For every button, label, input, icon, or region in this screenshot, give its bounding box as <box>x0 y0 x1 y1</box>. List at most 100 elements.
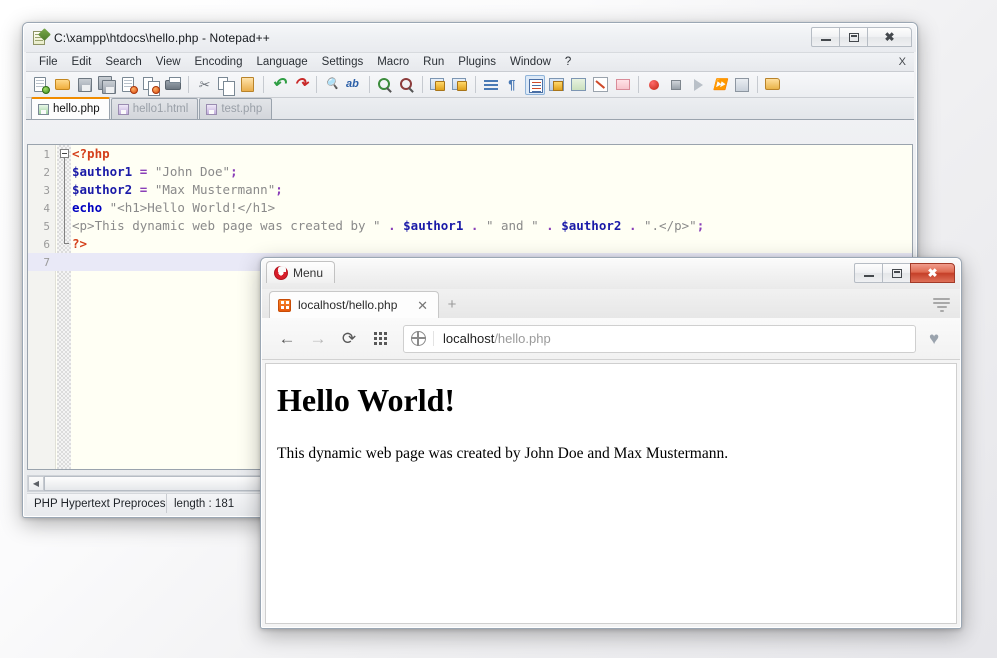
run-macro-multiple-icon[interactable]: ⏩ <box>710 75 730 95</box>
new-tab-button[interactable]: + <box>439 291 465 318</box>
menu-item-window[interactable]: Window <box>503 54 558 70</box>
open-file-icon[interactable] <box>53 75 73 95</box>
scroll-left-arrow[interactable]: ◀ <box>28 476 44 491</box>
save-icon[interactable] <box>75 75 95 95</box>
print-icon[interactable] <box>163 75 183 95</box>
npp-maximize-button[interactable] <box>839 27 868 47</box>
code-line-row[interactable]: 6 ?> <box>28 235 912 253</box>
reload-button[interactable]: ⟳ <box>335 325 363 353</box>
menu-item-file[interactable]: File <box>32 54 65 70</box>
close-all-icon[interactable] <box>141 75 161 95</box>
npp-minimize-button[interactable] <box>811 27 840 47</box>
notepad-plus-plus-icon <box>32 30 48 46</box>
url-path: /hello.php <box>494 331 550 346</box>
npp-title-bar[interactable]: C:\xampp\htdocs\hello.php - Notepad++ ✖ <box>24 24 916 52</box>
document-map-icon[interactable] <box>569 75 589 95</box>
tab-menu-icon[interactable] <box>933 298 950 313</box>
user-defined-dialog-icon[interactable] <box>547 75 567 95</box>
menu-item-run[interactable]: Run <box>416 54 451 70</box>
fold-collapse-box[interactable] <box>60 149 69 158</box>
stop-recording-icon[interactable] <box>666 75 686 95</box>
run-icon[interactable] <box>763 75 783 95</box>
page-heading: Hello World! <box>277 382 945 419</box>
close-document-button[interactable]: X <box>899 56 906 68</box>
opera-title-bar[interactable]: Menu ✖ <box>262 259 960 289</box>
browser-tab-localhost-hello-php[interactable]: localhost/hello.php ✕ <box>269 291 439 318</box>
bookmark-heart-icon[interactable]: ♥ <box>919 329 949 349</box>
file-tab-hello1-html[interactable]: hello1.html <box>111 98 199 119</box>
find-icon[interactable]: 🔍 <box>322 75 342 95</box>
undo-icon[interactable]: ↶ <box>269 75 289 95</box>
menu-item-view[interactable]: View <box>149 54 188 70</box>
opera-tab-strip[interactable]: localhost/hello.php ✕ + <box>262 289 960 318</box>
file-tab-label: test.php <box>221 103 262 115</box>
menu-item-language[interactable]: Language <box>249 54 314 70</box>
toolbar-separator <box>475 76 476 93</box>
address-bar[interactable]: localhost/hello.php <box>403 325 916 353</box>
code-line-row[interactable]: 3$author2 = "Max Mustermann"; <box>28 181 912 199</box>
line-number: 1 <box>28 148 56 161</box>
menu-item-search[interactable]: Search <box>98 54 148 70</box>
menu-item-encoding[interactable]: Encoding <box>188 54 250 70</box>
npp-file-tab-bar[interactable]: hello.php hello1.html test.php <box>26 98 914 120</box>
opera-close-button[interactable]: ✖ <box>910 263 955 283</box>
code-line-row[interactable]: 4 echo "<h1>Hello World!</h1> <box>28 199 912 217</box>
code-line-row[interactable]: 1<?php <box>28 145 912 163</box>
code-line-text: echo "<h1>Hello World!</h1> <box>70 199 275 217</box>
opera-menu-label: Menu <box>293 266 323 280</box>
menu-item-edit[interactable]: Edit <box>65 54 99 70</box>
menu-item-help[interactable]: ? <box>558 54 578 70</box>
opera-minimize-button[interactable] <box>854 263 883 283</box>
forward-button[interactable]: → <box>304 325 332 353</box>
word-wrap-icon[interactable] <box>525 75 545 95</box>
file-tab-test-php[interactable]: test.php <box>199 98 272 119</box>
menu-item-settings[interactable]: Settings <box>315 54 371 70</box>
back-button[interactable]: ← <box>273 325 301 353</box>
line-number: 4 <box>28 202 56 215</box>
save-all-icon[interactable] <box>97 75 117 95</box>
npp-close-button[interactable]: ✖ <box>867 27 912 47</box>
menu-item-macro[interactable]: Macro <box>370 54 416 70</box>
code-line-row[interactable]: 2$author1 = "John Doe"; <box>28 163 912 181</box>
toolbar-separator <box>422 76 423 93</box>
zoom-in-icon[interactable] <box>375 75 395 95</box>
file-tab-hello-php[interactable]: hello.php <box>31 97 110 119</box>
menu-item-plugins[interactable]: Plugins <box>451 54 503 70</box>
paste-icon[interactable] <box>238 75 258 95</box>
close-file-icon[interactable] <box>119 75 139 95</box>
speed-dial-icon[interactable] <box>366 325 394 353</box>
redo-icon[interactable]: ↷ <box>291 75 311 95</box>
indent-guide-icon[interactable] <box>481 75 501 95</box>
file-tab-label: hello1.html <box>133 103 189 115</box>
cut-icon[interactable]: ✂ <box>194 75 214 95</box>
code-lines-container[interactable]: 1<?php2$author1 = "John Doe";3$author2 =… <box>28 145 912 271</box>
php-file-icon <box>38 104 49 115</box>
opera-maximize-button[interactable] <box>882 263 911 283</box>
npp-menu-bar[interactable]: File Edit Search View Encoding Language … <box>26 52 914 72</box>
sync-horizontal-icon[interactable] <box>450 75 470 95</box>
npp-window-controls: ✖ <box>811 27 912 47</box>
line-number: 6 <box>28 238 56 251</box>
show-all-characters-icon[interactable]: ¶ <box>503 75 523 95</box>
npp-toolbar[interactable]: ✂ ↶ ↷ 🔍 ab ¶ ⏩ <box>26 72 914 98</box>
sync-vertical-icon[interactable] <box>428 75 448 95</box>
address-bar-text[interactable]: localhost/hello.php <box>434 331 551 346</box>
new-file-icon[interactable] <box>31 75 51 95</box>
copy-icon[interactable] <box>216 75 236 95</box>
play-macro-icon[interactable] <box>688 75 708 95</box>
opera-browser-window[interactable]: Menu ✖ localhost/hello.php ✕ + ← → ⟳ loc… <box>260 257 962 629</box>
folder-as-workspace-icon[interactable] <box>613 75 633 95</box>
record-macro-icon[interactable] <box>644 75 664 95</box>
save-macro-icon[interactable] <box>732 75 752 95</box>
code-line-text: ?> <box>70 235 87 253</box>
web-page-content: Hello World! This dynamic web page was c… <box>265 363 957 624</box>
zoom-out-icon[interactable] <box>397 75 417 95</box>
replace-icon[interactable]: ab <box>344 75 364 95</box>
opera-menu-button[interactable]: Menu <box>266 261 335 283</box>
code-line-row[interactable]: 5<p>This dynamic web page was created by… <box>28 217 912 235</box>
page-paragraph: This dynamic web page was created by Joh… <box>277 445 945 463</box>
close-tab-icon[interactable]: ✕ <box>415 299 430 312</box>
toolbar-separator <box>188 76 189 93</box>
opera-navigation-bar[interactable]: ← → ⟳ localhost/hello.php ♥ <box>262 318 960 360</box>
function-list-icon[interactable] <box>591 75 611 95</box>
